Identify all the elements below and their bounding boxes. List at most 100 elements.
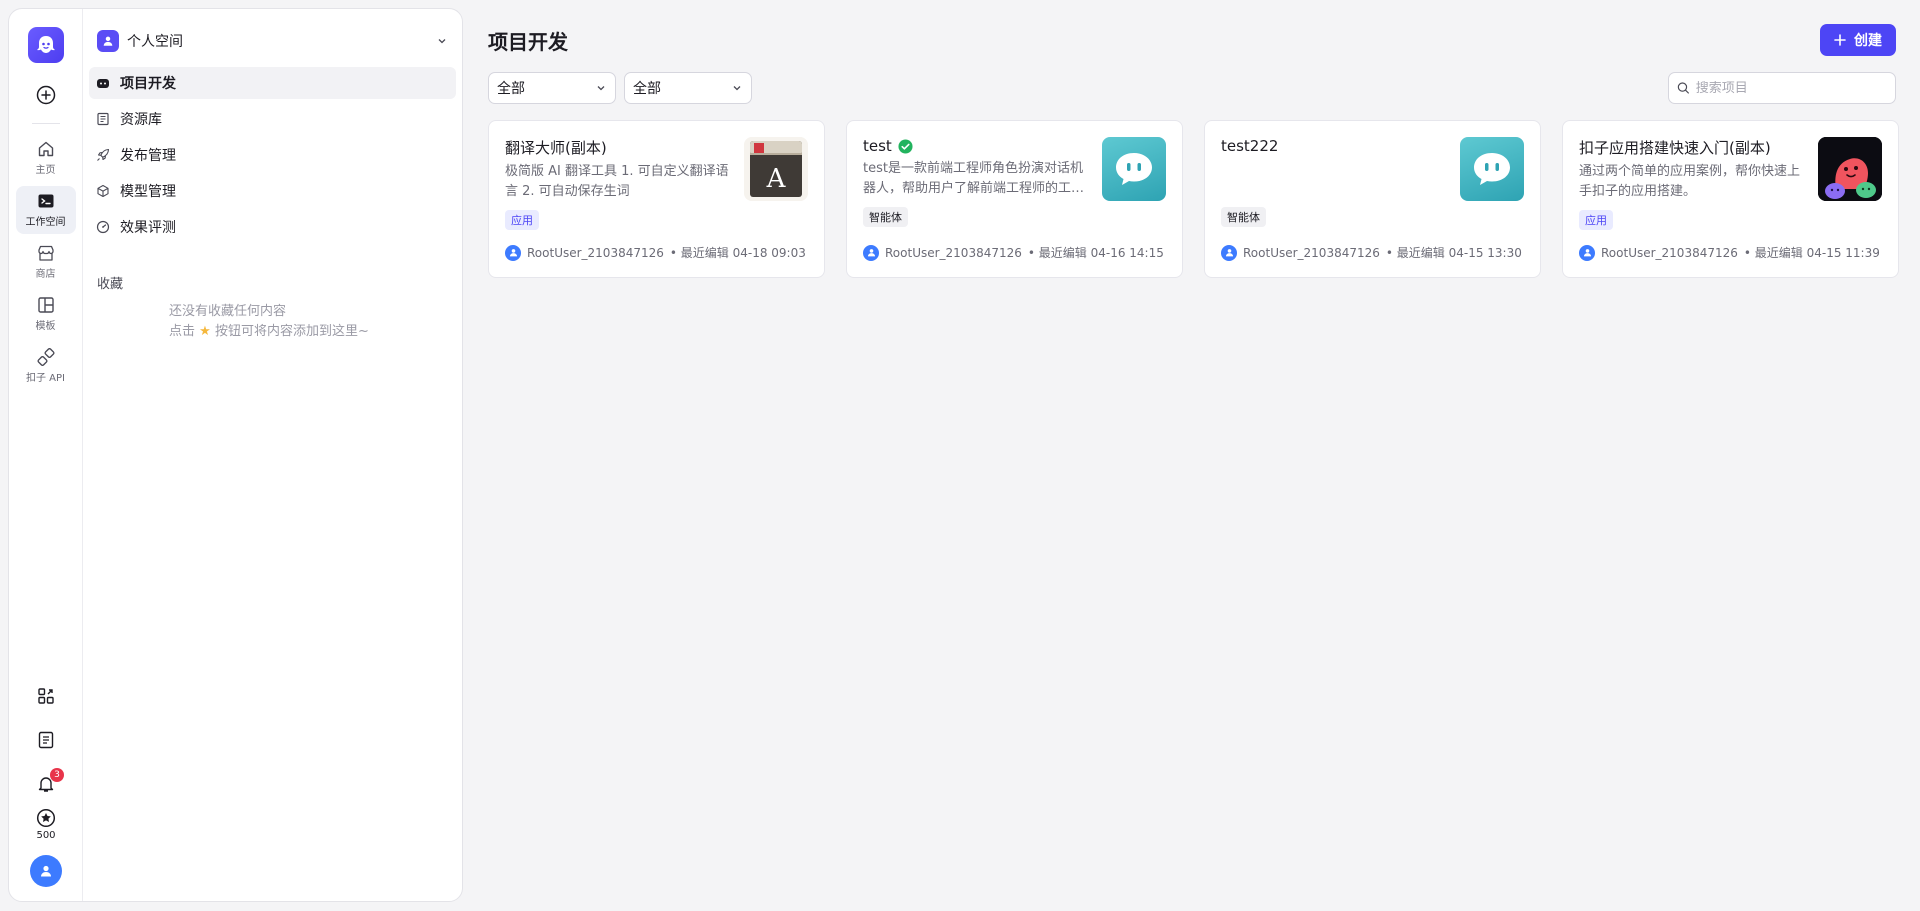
credits-value: 500: [36, 830, 56, 841]
search-input[interactable]: [1695, 80, 1887, 96]
workspace-nav: 个人空间 项目开发 资源库 发布管理 模型管理 效果评测 收藏 还没有收藏任何内…: [83, 9, 462, 901]
author-avatar-icon: [1579, 244, 1595, 261]
main-content: 项目开发 创建 全部 全部 翻译大师(副本) 极简版 AI 翻译工具 1. 可自…: [470, 0, 1920, 911]
document-icon[interactable]: [26, 720, 66, 760]
card-type-tag: 智能体: [863, 207, 908, 227]
author-avatar-icon: [505, 244, 521, 261]
favorites-empty-line2-pre: 点击: [169, 324, 196, 339]
rail-label: 工作空间: [25, 217, 66, 228]
owner-filter-value: 全部: [633, 81, 661, 97]
card-meta: RootUser_2103847126 • 最近编辑 04-15 11:39: [1579, 244, 1880, 261]
nav-item-label: 项目开发: [120, 76, 176, 92]
apps-grid-icon[interactable]: [26, 676, 66, 716]
credits[interactable]: 500: [36, 808, 56, 841]
icon-rail: 主页 工作空间 商店 模板 扣子 API 3 500: [9, 9, 83, 901]
create-button[interactable]: 创建: [1820, 24, 1896, 56]
favorites-empty-state: 还没有收藏任何内容 点击 ★ 按钮可将内容添加到这里~: [169, 302, 456, 342]
project-cards: 翻译大师(副本) 极简版 AI 翻译工具 1. 可自定义翻译语言 2. 可自动保…: [488, 120, 1899, 278]
rail-item-store[interactable]: 商店: [16, 238, 76, 286]
card-description: 极简版 AI 翻译工具 1. 可自定义翻译语言 2. 可自动保存生词: [505, 164, 729, 199]
nav-item-library[interactable]: 资源库: [89, 103, 456, 135]
nav-item-projects[interactable]: 项目开发: [89, 67, 456, 99]
favorites-empty-line2: 点击 ★ 按钮可将内容添加到这里~: [169, 322, 456, 342]
card-description: test是一款前端工程师角色扮演对话机器人，帮助用户了解前端工程师的工作内容: [863, 161, 1085, 196]
home-icon: [38, 141, 53, 157]
rail-item-templates[interactable]: 模板: [16, 290, 76, 338]
robot-icon: [96, 76, 110, 90]
star-coin-icon: [36, 808, 56, 828]
card-title: test222: [1221, 137, 1451, 155]
type-filter-value: 全部: [497, 81, 525, 97]
dictionary-book-icon: A: [744, 137, 808, 201]
card-author: RootUser_2103847126: [1243, 245, 1380, 260]
library-icon: [96, 112, 110, 126]
rail-item-workspace[interactable]: 工作空间: [15, 186, 76, 234]
rail-item-home[interactable]: 主页: [16, 134, 76, 182]
mascots-icon: [1818, 137, 1882, 201]
add-icon[interactable]: [32, 81, 60, 109]
notification-bell[interactable]: 3: [26, 764, 66, 804]
terminal-icon: [38, 194, 53, 208]
project-card[interactable]: 翻译大师(副本) 极简版 AI 翻译工具 1. 可自定义翻译语言 2. 可自动保…: [488, 120, 825, 278]
card-type-tag: 智能体: [1221, 207, 1266, 227]
card-author: RootUser_2103847126: [885, 245, 1022, 260]
card-description: 通过两个简单的应用案例，帮你快速上手扣子的应用搭建。: [1579, 164, 1801, 199]
project-card[interactable]: test222 智能体 RootUser_2103847126 • 最近编辑 0…: [1204, 120, 1541, 278]
card-author: RootUser_2103847126: [527, 245, 664, 260]
card-description: [1221, 159, 1447, 199]
favorites-empty-line1: 还没有收藏任何内容: [169, 304, 287, 319]
project-card[interactable]: 扣子应用搭建快速入门(副本) 通过两个简单的应用案例，帮你快速上手扣子的应用搭建…: [1562, 120, 1899, 278]
nav-item-evaluation[interactable]: 效果评测: [89, 211, 456, 243]
author-avatar-icon: [863, 244, 879, 261]
rail-label: 主页: [35, 165, 56, 176]
api-link-icon: [36, 348, 55, 366]
favorites-title: 收藏: [97, 277, 124, 292]
chevron-down-icon: [733, 86, 741, 91]
space-switcher[interactable]: 个人空间: [89, 23, 456, 59]
card-author: RootUser_2103847126: [1601, 245, 1738, 260]
card-title-text: 扣子应用搭建快速入门(副本): [1579, 139, 1771, 157]
page-title: 项目开发: [488, 30, 568, 54]
card-title-text: test222: [1221, 137, 1279, 155]
card-edited: • 最近编辑 04-15 11:39: [1743, 246, 1880, 260]
nav-item-label: 效果评测: [120, 220, 176, 236]
card-meta: RootUser_2103847126 • 最近编辑 04-15 13:30: [1221, 244, 1522, 261]
chevron-down-icon: [597, 86, 605, 91]
template-icon: [37, 297, 54, 313]
chevron-down-icon: [438, 39, 446, 44]
nav-item-label: 发布管理: [120, 148, 176, 164]
author-avatar-icon: [1221, 244, 1237, 261]
card-title: test: [863, 137, 1093, 155]
search-icon: [1677, 82, 1689, 94]
card-edited: • 最近编辑 04-16 14:15: [1027, 246, 1164, 260]
chat-bubble-icon: [1102, 137, 1166, 201]
rail-label: 扣子 API: [26, 373, 65, 384]
card-meta: RootUser_2103847126 • 最近编辑 04-18 09:03: [505, 244, 806, 261]
owner-filter-select[interactable]: 全部: [624, 72, 752, 104]
sidebar-frame: 主页 工作空间 商店 模板 扣子 API 3 500 个人空间 项目开发 资源库…: [8, 8, 463, 902]
card-edited: • 最近编辑 04-15 13:30: [1385, 246, 1522, 260]
search-box[interactable]: [1668, 72, 1896, 104]
svg-text:A: A: [766, 164, 787, 194]
rail-item-api[interactable]: 扣子 API: [16, 342, 76, 390]
verified-check-icon: [898, 138, 913, 154]
card-edited: • 最近编辑 04-18 09:03: [669, 246, 806, 260]
cube-icon: [96, 184, 110, 198]
nav-item-label: 模型管理: [120, 184, 176, 200]
project-card[interactable]: test test是一款前端工程师角色扮演对话机器人，帮助用户了解前端工程师的工…: [846, 120, 1183, 278]
person-icon: [97, 30, 119, 52]
rail-label: 模板: [35, 321, 56, 332]
space-name: 个人空间: [127, 34, 183, 50]
rail-bottom: 3 500: [9, 676, 83, 887]
card-meta: RootUser_2103847126 • 最近编辑 04-16 14:15: [863, 244, 1164, 261]
chat-bubble-icon: [1460, 137, 1524, 201]
nav-item-models[interactable]: 模型管理: [89, 175, 456, 207]
logo-icon[interactable]: [27, 27, 64, 63]
type-filter-select[interactable]: 全部: [488, 72, 616, 104]
star-icon: ★: [199, 324, 211, 339]
gauge-icon: [96, 220, 110, 234]
user-avatar[interactable]: [30, 855, 62, 887]
nav-item-publish[interactable]: 发布管理: [89, 139, 456, 171]
nav-item-label: 资源库: [120, 112, 162, 128]
card-title-text: test: [863, 137, 892, 155]
